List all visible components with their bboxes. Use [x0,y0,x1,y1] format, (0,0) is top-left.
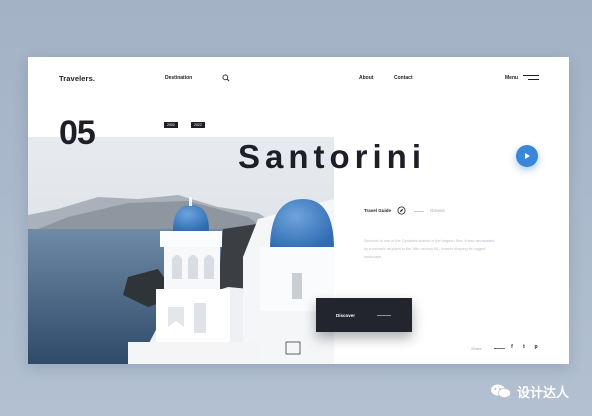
divider [414,211,424,212]
country-label: Greece [430,208,445,213]
hamburger-icon[interactable] [523,74,539,82]
discover-line [377,315,391,316]
description-text: Santorini is one of the Cyclades islands… [364,239,495,259]
hamburger-line [523,75,539,76]
wechat-icon [491,384,511,398]
twitter-icon[interactable]: t [520,343,528,351]
slide-number: 05 [59,114,96,152]
nav-destination[interactable]: Destination [165,75,192,81]
destination-title: Santorini [238,138,427,175]
watermark-text: 设计达人 [517,385,570,400]
hamburger-line [528,79,539,80]
play-icon [525,152,530,159]
nav-contact[interactable]: Contact [394,75,413,81]
nav-about[interactable]: About [359,75,373,81]
compass-icon[interactable] [397,206,406,215]
nav-menu[interactable]: Menu [505,75,518,81]
pinterest-icon[interactable]: p [532,343,540,351]
year-tag: 2022 [191,122,205,128]
facebook-icon[interactable]: f [508,343,516,351]
landing-card: Travelers. Destination About Contact Men… [28,57,569,364]
discover-button[interactable]: Discover [316,298,412,332]
play-button[interactable] [516,145,538,167]
discover-label: Discover [336,313,356,318]
year-tag: 2002 [164,122,178,128]
travel-guide-label[interactable]: Travel Guide [364,208,391,213]
share-divider [494,348,505,349]
share-label: Share [471,346,482,351]
brand-logo[interactable]: Travelers. [59,74,95,83]
search-icon[interactable] [222,74,230,82]
